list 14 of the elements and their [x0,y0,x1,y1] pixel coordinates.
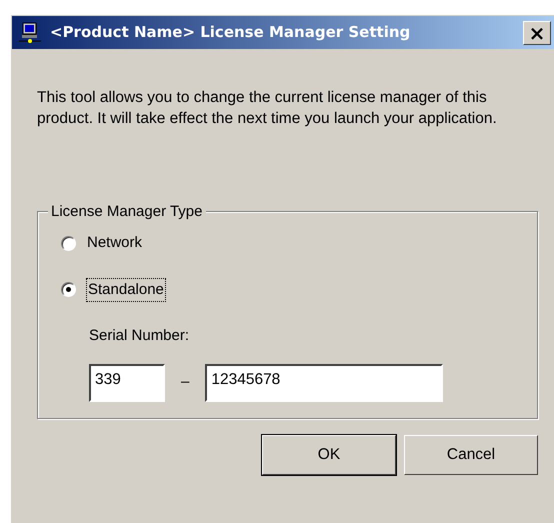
dialog-button[interactable]: Cancel [404,434,538,474]
serial-number-field[interactable]: 12345678 [205,364,444,402]
window-title: <Product Name> License Manager Setting [50,22,412,44]
dialog-button[interactable]: OK [262,434,396,474]
radio-button[interactable] [61,236,76,251]
radio-label[interactable]: Standalone [87,278,165,301]
description-text: This tool allows you to change the current license manager of this product. It will take effect the next time you launch your application. [37,88,498,129]
computer-icon [18,22,42,44]
separator-text: – [181,372,190,392]
serial-number-label: Serial Number: [88,326,190,346]
serial-prefix-field[interactable]: 339 [89,364,165,402]
radio-label[interactable]: Network [87,232,142,254]
close-button[interactable]: × [523,20,551,44]
radio-button[interactable] [61,282,76,298]
